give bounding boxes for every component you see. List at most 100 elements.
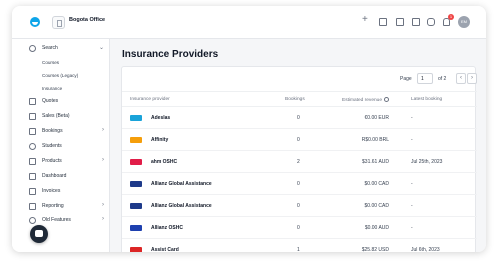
table-row[interactable]: Allianz OSHC 0 $0.00 AUD - [122, 217, 477, 239]
sidebar-item-label: Bookings [42, 128, 63, 134]
sidebar-item-label: Old Features [42, 217, 71, 223]
calendar-icon[interactable] [396, 18, 404, 26]
calculator-icon[interactable] [379, 18, 387, 26]
estimated-revenue: $0.00 CAD [364, 203, 389, 209]
estimated-revenue: $31.61 AUD [362, 159, 389, 165]
column-header-revenue[interactable]: Estimated revenue [342, 97, 389, 103]
sidebar-item-label: Products [42, 158, 62, 164]
sales-icon [29, 113, 36, 120]
chevron-right-icon[interactable]: › [102, 216, 104, 222]
chevron-down-icon[interactable]: ⌄ [99, 16, 104, 23]
sidebar-item-dashboard[interactable]: Dashboard [29, 172, 107, 182]
estimated-revenue: €0.00 EUR [364, 115, 389, 121]
provider-name[interactable]: Allianz Global Assistance [151, 203, 212, 209]
top-bar: Bogota Office ⌄ + 1 EM [12, 6, 486, 39]
sidebar-item-products[interactable]: Products › [29, 157, 107, 167]
latest-booking-date: Jul 25th, 2023 [411, 159, 443, 165]
provider-name[interactable]: Adeslas [151, 115, 170, 121]
sidebar-item-sales[interactable]: Sales (Beta) [29, 112, 107, 122]
latest-booking-date: - [411, 181, 413, 187]
dashboard-icon [29, 173, 36, 180]
latest-booking-date: - [411, 203, 413, 209]
bookings-count: 2 [297, 159, 300, 165]
prev-page-button[interactable]: ‹ [456, 73, 466, 84]
latest-booking-date: Jul 6th, 2023 [411, 247, 440, 252]
sidebar-item-invoices[interactable]: Invoices [29, 187, 107, 197]
column-header-revenue-label: Estimated revenue [342, 98, 382, 103]
table-row[interactable]: Affinity 0 R$0.00 BRL - [122, 129, 477, 151]
app-window: Bogota Office ⌄ + 1 EM Search ⌄ Courses … [12, 6, 486, 252]
chat-widget-button[interactable] [30, 225, 48, 243]
pagination-total: of 2 [438, 76, 447, 82]
sidebar-item-label: Reporting [42, 203, 64, 209]
info-icon[interactable] [384, 97, 389, 102]
chevron-right-icon[interactable]: › [102, 127, 104, 133]
providers-table-card: Page of 2 ‹ › Insurance provider Booking… [121, 66, 477, 252]
provider-logo [130, 159, 142, 165]
main-content: Insurance Providers Page of 2 ‹ › Insura… [110, 39, 486, 252]
bookings-icon [29, 128, 36, 135]
app-logo-icon[interactable] [30, 17, 40, 27]
estimated-revenue: R$0.00 BRL [361, 137, 389, 143]
sidebar-subitem-courses[interactable]: Courses [42, 60, 59, 65]
bookings-count: 0 [297, 115, 300, 121]
notification-badge: 1 [448, 14, 454, 20]
table-row[interactable]: Adeslas 0 €0.00 EUR - [122, 107, 477, 129]
sidebar-item-label: Quotes [42, 98, 59, 104]
sidebar-item-search[interactable]: Search ⌄ [29, 44, 107, 54]
column-header-latest-booking[interactable]: Latest booking [411, 97, 442, 102]
sidebar-item-label: Sales (Beta) [42, 113, 70, 119]
provider-logo [130, 137, 142, 143]
sidebar-subitem-insurance[interactable]: Insurance [42, 86, 62, 91]
column-header-bookings[interactable]: Bookings [285, 97, 305, 102]
provider-name[interactable]: Allianz OSHC [151, 225, 183, 231]
table-row[interactable]: Allianz Global Assistance 0 $0.00 CAD - [122, 195, 477, 217]
provider-logo [130, 203, 142, 209]
pagination-label: Page [400, 76, 412, 82]
provider-name[interactable]: Assist Card [151, 247, 179, 252]
table-row[interactable]: Allianz Global Assistance 0 $0.00 CAD - [122, 173, 477, 195]
page-title: Insurance Providers [122, 49, 219, 60]
sidebar-item-label: Invoices [42, 188, 61, 194]
estimated-revenue: $0.00 CAD [364, 181, 389, 187]
estimated-revenue: $0.00 AUD [364, 225, 389, 231]
sidebar-item-label: Search [42, 45, 58, 51]
latest-booking-date: - [411, 115, 413, 121]
bookings-count: 0 [297, 181, 300, 187]
table-row[interactable]: Assist Card 1 $25.82 USD Jul 6th, 2023 [122, 239, 477, 252]
next-page-button[interactable]: › [467, 73, 477, 84]
provider-logo [130, 247, 142, 252]
chevron-down-icon[interactable]: ⌄ [99, 44, 104, 51]
sidebar-item-quotes[interactable]: Quotes [29, 97, 107, 107]
provider-name[interactable]: Allianz Global Assistance [151, 181, 212, 187]
sidebar-item-students[interactable]: Students [29, 142, 107, 152]
tag-icon [29, 158, 36, 165]
clipboard-icon[interactable] [412, 18, 420, 26]
bookings-count: 0 [297, 225, 300, 231]
chevron-right-icon[interactable]: › [102, 157, 104, 163]
page-number-input[interactable] [417, 73, 433, 84]
add-icon[interactable]: + [362, 15, 368, 25]
bookings-count: 0 [297, 203, 300, 209]
provider-name[interactable]: Affinity [151, 137, 168, 143]
sidebar-item-reporting[interactable]: Reporting › [29, 202, 107, 212]
column-header-provider[interactable]: Insurance provider [130, 97, 170, 102]
search-icon [29, 45, 36, 52]
chart-icon [29, 203, 36, 210]
bookings-count: 0 [297, 137, 300, 143]
chevron-right-icon[interactable]: › [102, 202, 104, 208]
avatar[interactable]: EM [458, 16, 470, 28]
provider-name[interactable]: ahm OSHC [151, 159, 177, 165]
bookings-count: 1 [297, 247, 300, 252]
provider-logo [130, 225, 142, 231]
sidebar-subitem-courses-legacy[interactable]: Courses (Legacy) [42, 73, 78, 78]
estimated-revenue: $25.82 USD [361, 247, 389, 252]
info-icon [29, 217, 36, 224]
chat-icon[interactable] [427, 18, 435, 26]
sidebar-item-bookings[interactable]: Bookings › [29, 127, 107, 137]
latest-booking-date: - [411, 225, 413, 231]
invoice-icon [29, 188, 36, 195]
provider-logo [130, 181, 142, 187]
sidebar: Search ⌄ Courses Courses (Legacy) Insura… [12, 39, 110, 252]
table-row[interactable]: ahm OSHC 2 $31.61 AUD Jul 25th, 2023 [122, 151, 477, 173]
